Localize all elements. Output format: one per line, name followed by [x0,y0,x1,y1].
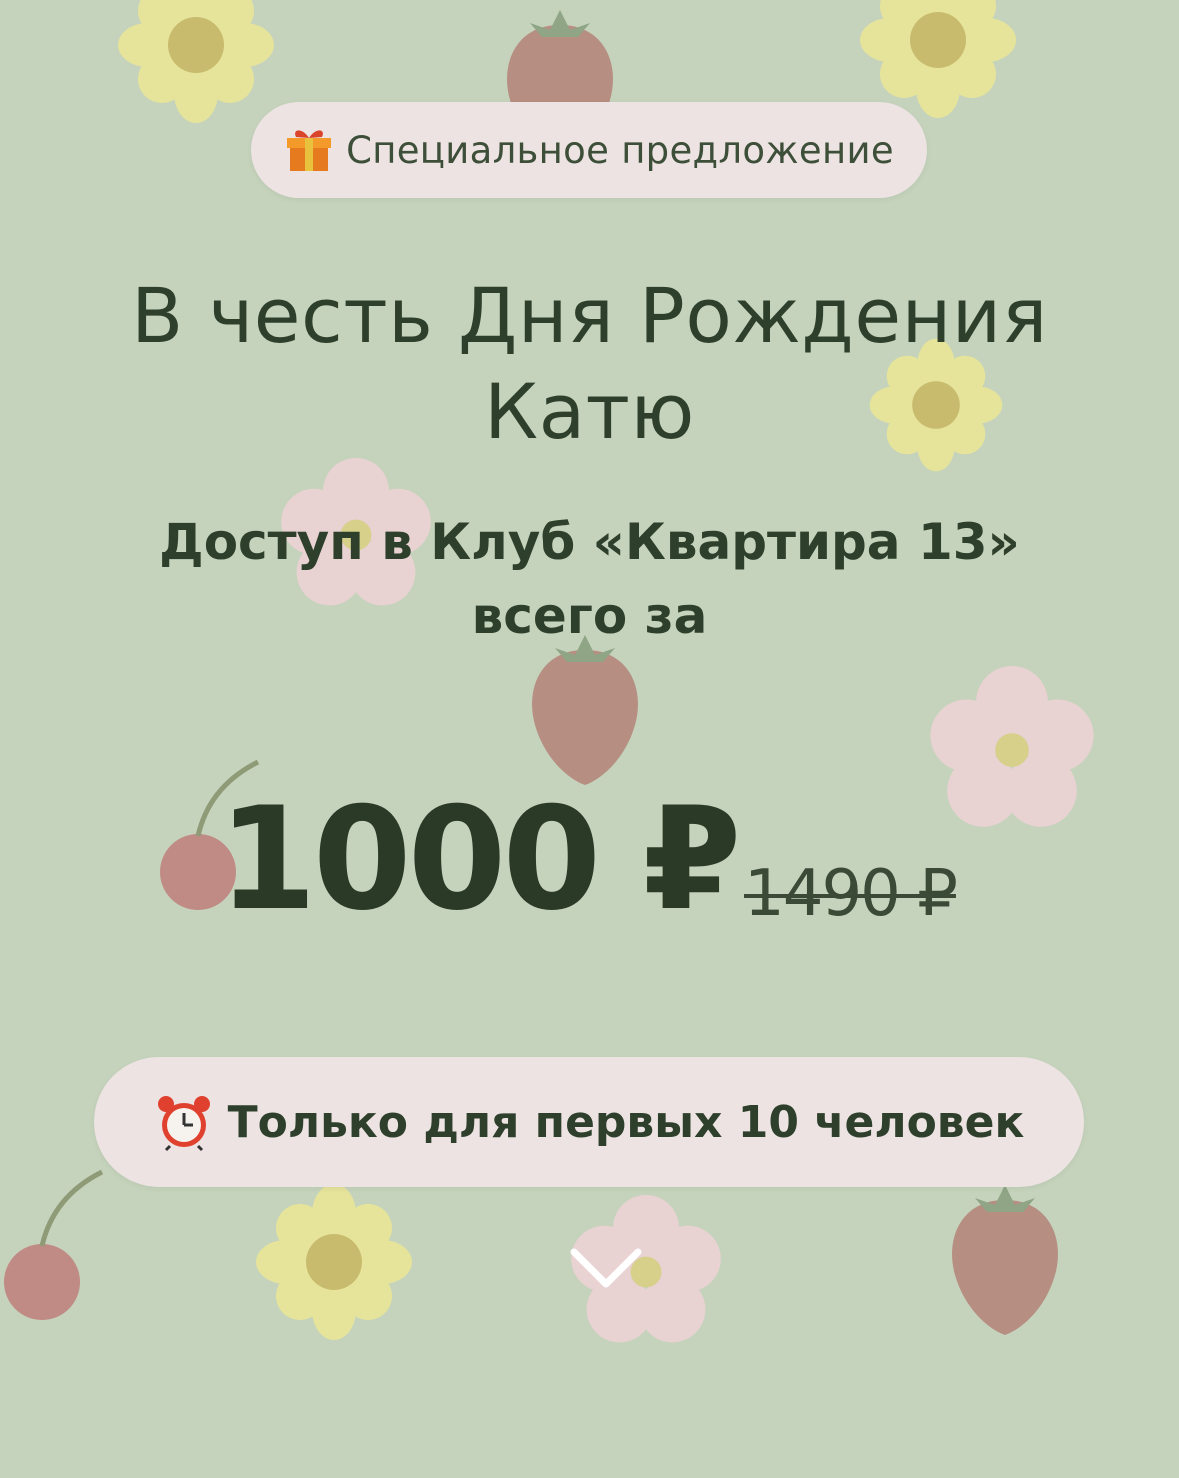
page-title-line-2: Катю [484,367,695,456]
subtitle: Доступ в Клуб «Квартира 13» всего за [0,505,1179,653]
subtitle-line-1: Доступ в Клуб «Квартира 13» [159,513,1020,571]
special-offer-badge: Специальное предложение [251,102,927,198]
special-offer-label: Специальное предложение [346,128,894,172]
limited-offer-label: Только для первых 10 человек [227,1096,1025,1148]
price-block: 1000 ₽ 1490 ₽ [218,780,1018,940]
current-price: 1000 ₽ [218,777,741,942]
old-price: 1490 ₽ [744,857,958,931]
page-title-line-1: В честь Дня Рождения [131,271,1048,360]
subtitle-line-2: всего за [471,587,708,645]
gift-icon [284,125,334,175]
limited-offer-badge[interactable]: Только для первых 10 человек [94,1057,1084,1187]
page-title: В честь Дня Рождения Катю [0,268,1179,460]
offer-screen: Специальное предложение В честь Дня Рожд… [0,0,1179,1478]
alarm-clock-icon [154,1092,214,1152]
chevron-down-icon[interactable] [568,1240,644,1296]
